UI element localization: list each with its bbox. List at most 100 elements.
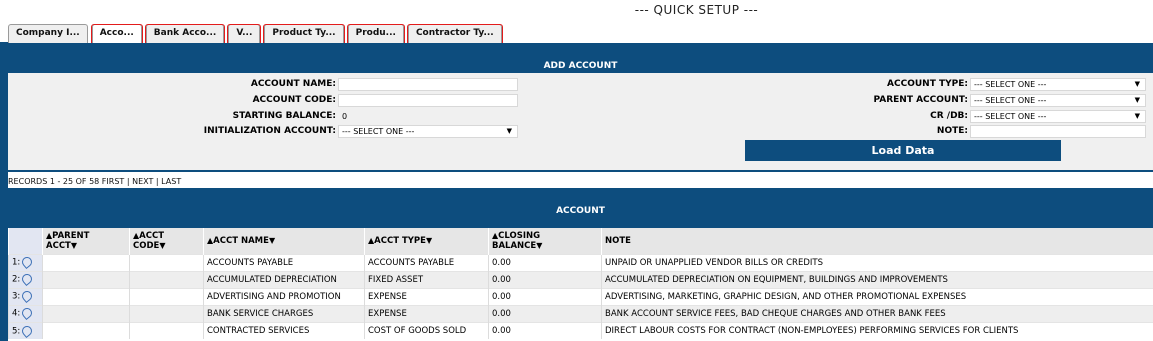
sort-down-icon: ▼ <box>70 240 78 250</box>
sort-down-icon: ▼ <box>268 235 276 245</box>
account-code-label: ACCOUNT CODE: <box>252 95 336 105</box>
cell-type: ACCOUNTS PAYABLE <box>364 253 489 271</box>
tab-label: Company I... <box>16 28 80 38</box>
row-index-header <box>8 228 43 254</box>
cell-parent <box>42 287 130 305</box>
account-table: ▲PARENT ACCT▼ ▲ACCT CODE▼ ▲ACCT NAME▼ ▲ACC… <box>8 228 1153 339</box>
account-name-input[interactable] <box>338 77 518 91</box>
pager-separator: | <box>126 177 130 186</box>
table-row: 5: CONTRACTED SERVICES COST OF GOODS SOL… <box>8 321 1153 339</box>
first-link[interactable]: FIRST <box>102 177 124 186</box>
cell-name: ACCOUNTS PAYABLE <box>203 253 365 271</box>
left-frame-border <box>0 42 8 341</box>
note-row: NOTE: <box>808 124 1146 138</box>
records-count: RECORDS 1 - 25 OF 58 <box>8 177 100 186</box>
tab-contractor-types[interactable]: Contractor Ty... <box>406 24 503 46</box>
add-account-panel: ADD ACCOUNT ACCOUNT NAME: ACCOUNT CODE: … <box>8 47 1153 172</box>
select-value: --- SELECT ONE --- <box>974 111 1047 121</box>
tab-product-types[interactable]: Product Ty... <box>263 24 345 46</box>
cell-parent <box>42 270 130 288</box>
cell-name: CONTRACTED SERVICES <box>203 321 365 339</box>
select-value: --- SELECT ONE --- <box>342 126 415 136</box>
account-type-label: ACCOUNT TYPE: <box>887 79 968 89</box>
select-value: --- SELECT ONE --- <box>974 95 1047 105</box>
cell-note: DIRECT LABOUR COSTS FOR CONTRACT (NON-EM… <box>601 321 1153 339</box>
records-pager: RECORDS 1 - 25 OF 58 FIRST | NEXT | LAST <box>8 177 181 186</box>
cell-code <box>129 253 204 271</box>
starting-balance-input[interactable]: 0 <box>338 109 518 123</box>
init-account-row: INITIALIZATION ACCOUNT: --- SELECT ONE -… <box>158 124 518 138</box>
sort-down-icon: ▼ <box>425 235 433 245</box>
cell-type: FIXED ASSET <box>364 270 489 288</box>
cell-code <box>129 287 204 305</box>
sort-down-icon: ▼ <box>159 240 166 250</box>
chevron-down-icon: ▼ <box>1134 95 1140 104</box>
cell-name: ACCUMULATED DEPRECIATION <box>203 270 365 288</box>
cell-code <box>129 321 204 339</box>
paperclip-icon[interactable] <box>20 272 35 287</box>
col-note: NOTE <box>601 228 1153 254</box>
parent-account-row: PARENT ACCOUNT: --- SELECT ONE --- ▼ <box>808 93 1146 107</box>
paperclip-icon[interactable] <box>20 323 35 338</box>
cell-balance: 0.00 <box>488 304 602 322</box>
cell-code <box>129 270 204 288</box>
paperclip-icon[interactable] <box>20 306 35 321</box>
cell-note: ACCUMULATED DEPRECIATION ON EQUIPMENT, B… <box>601 270 1153 288</box>
page-title: --- QUICK SETUP --- <box>634 3 759 17</box>
cell-balance: 0.00 <box>488 321 602 339</box>
account-type-select[interactable]: --- SELECT ONE --- ▼ <box>970 77 1146 91</box>
col-parent-acct[interactable]: ▲PARENT ACCT▼ <box>42 228 130 254</box>
cell-type: EXPENSE <box>364 304 489 322</box>
cell-name: ADVERTISING AND PROMOTION <box>203 287 365 305</box>
cell-note: BANK ACCOUNT SERVICE FEES, BAD CHEQUE CH… <box>601 304 1153 322</box>
sort-down-icon: ▼ <box>536 240 543 250</box>
crdb-row: CR /DB: --- SELECT ONE --- ▼ <box>808 109 1146 123</box>
chevron-down-icon: ▼ <box>506 126 512 135</box>
row-index: 3: <box>8 287 43 305</box>
note-label: NOTE: <box>936 126 968 136</box>
account-code-row: ACCOUNT CODE: <box>158 93 518 107</box>
col-closing-balance[interactable]: ▲CLOSING BALANCE▼ <box>488 228 602 254</box>
col-acct-name[interactable]: ▲ACCT NAME▼ <box>203 228 365 254</box>
table-row: 1: ACCOUNTS PAYABLE ACCOUNTS PAYABLE 0.0… <box>8 253 1153 271</box>
account-table-header: ACCOUNT <box>8 188 1153 228</box>
cell-balance: 0.00 <box>488 270 602 288</box>
row-index: 1: <box>8 253 43 271</box>
cell-parent <box>42 321 130 339</box>
load-data-button[interactable]: Load Data <box>745 140 1061 161</box>
cell-parent <box>42 253 130 271</box>
init-account-select[interactable]: --- SELECT ONE --- ▼ <box>338 124 518 138</box>
cell-note: ADVERTISING, MARKETING, GRAPHIC DESIGN, … <box>601 287 1153 305</box>
row-index: 4: <box>8 304 43 322</box>
cell-balance: 0.00 <box>488 287 602 305</box>
tab-company-info[interactable]: Company I... <box>8 24 88 43</box>
select-value: --- SELECT ONE --- <box>974 79 1047 89</box>
account-code-input[interactable] <box>338 93 518 107</box>
table-row: 3: ADVERTISING AND PROMOTION EXPENSE 0.0… <box>8 287 1153 305</box>
note-input[interactable] <box>970 124 1146 138</box>
col-acct-type[interactable]: ▲ACCT TYPE▼ <box>364 228 489 254</box>
tab-products[interactable]: Produ... <box>346 24 405 46</box>
row-index: 2: <box>8 270 43 288</box>
paperclip-icon[interactable] <box>20 289 35 304</box>
parent-account-label: PARENT ACCOUNT: <box>873 95 968 105</box>
cell-type: COST OF GOODS SOLD <box>364 321 489 339</box>
next-link[interactable]: NEXT <box>132 177 153 186</box>
add-account-header: ADD ACCOUNT <box>8 47 1153 73</box>
tab-bank-accounts[interactable]: Bank Acco... <box>144 24 226 46</box>
tab-vendors[interactable]: V... <box>227 24 262 46</box>
init-account-label: INITIALIZATION ACCOUNT: <box>203 126 336 136</box>
table-row: 4: BANK SERVICE CHARGES EXPENSE 0.00 BAN… <box>8 304 1153 322</box>
parent-account-select[interactable]: --- SELECT ONE --- ▼ <box>970 93 1146 107</box>
col-acct-code[interactable]: ▲ACCT CODE▼ <box>129 228 204 254</box>
account-name-row: ACCOUNT NAME: <box>158 77 518 91</box>
table-row: 2: ACCUMULATED DEPRECIATION FIXED ASSET … <box>8 270 1153 288</box>
tab-accounts[interactable]: Acco... <box>90 24 143 46</box>
cell-type: EXPENSE <box>364 287 489 305</box>
cell-balance: 0.00 <box>488 253 602 271</box>
crdb-select[interactable]: --- SELECT ONE --- ▼ <box>970 109 1146 123</box>
last-link[interactable]: LAST <box>161 177 181 186</box>
cell-parent <box>42 304 130 322</box>
tab-bar: Company I... Acco... Bank Acco... V... P… <box>8 24 506 46</box>
paperclip-icon[interactable] <box>20 255 35 270</box>
